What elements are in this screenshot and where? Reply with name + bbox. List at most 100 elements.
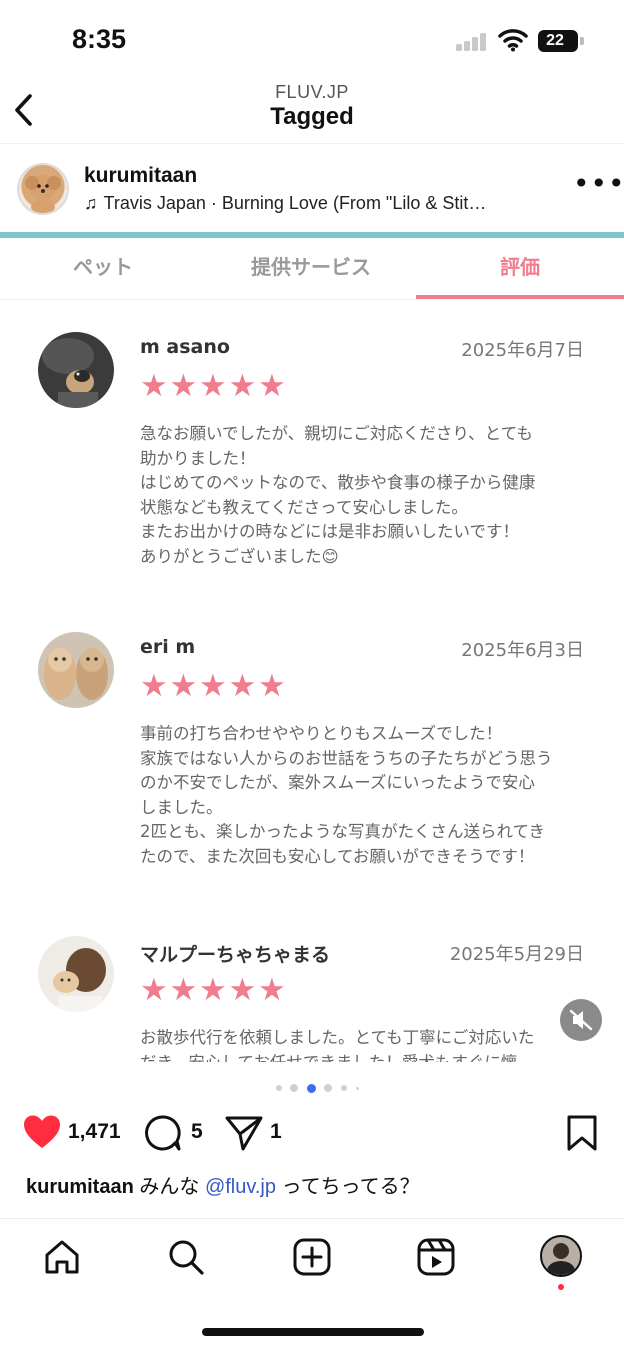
review-text: お散歩代行を依頼しました。とても丁寧にご対応いた だき、安心してお任せできました… [140,1026,590,1062]
create-post-icon[interactable] [292,1237,332,1277]
star-icon: ★ [140,368,168,404]
star-icon: ★ [199,668,227,704]
home-icon[interactable] [42,1237,82,1277]
review-text: 急なお願いでしたが、親切にご対応くださり、とても 助かりました！ はじめてのペッ… [140,422,590,570]
status-time: 8:35 [72,24,127,54]
notification-dot [558,1284,564,1290]
star-icon: ★ [199,972,227,1008]
reels-icon[interactable] [416,1237,456,1277]
bottom-nav [0,1218,624,1308]
post-music[interactable]: ♫ Travis Japan · Burning Love (From "Lilo… [84,193,486,214]
carousel-dot-active [307,1084,316,1093]
star-rating: ★★★★★ [140,972,288,1008]
review-text-line: 状態なども教えてくださって安心しました。 [140,497,468,517]
person-with-dog-photo-image [38,936,114,1012]
star-icon: ★ [258,668,286,704]
post-avatar[interactable] [17,163,69,215]
reviewer-name: m asano [140,336,230,358]
review-text-line: はじめてのペットなので、散歩や食事の様子から健康 [140,473,536,493]
carousel-dot [276,1085,282,1091]
review-text-line: 2匹とも、楽しかったような写真がたくさん送られてき [140,822,546,842]
star-rating: ★★★★★ [140,668,288,704]
comment-icon[interactable] [144,1114,182,1152]
music-note-icon: ♫ [84,193,98,213]
comment-count[interactable]: 5 [191,1120,203,1144]
reviewer-avatar [38,632,114,708]
carousel-dot [356,1087,359,1090]
caption-text-end: ってちってる？ [276,1176,420,1198]
post-header: kurumitaan ♫ Travis Japan · Burning Love … [0,154,624,228]
share-count[interactable]: 1 [270,1120,282,1144]
share-icon[interactable] [224,1114,264,1152]
like-count[interactable]: 1,471 [68,1120,121,1144]
star-icon: ★ [258,368,286,404]
battery-icon: 22 [538,30,578,52]
review-text-line: 家族ではない人からのお世話をうちの子たちがどう思う [140,748,553,768]
review-tabs: ペット 提供サービス 評価 [0,238,624,300]
music-track: Travis Japan · Burning Love (From "Lilo … [103,193,487,213]
post-username[interactable]: kurumitaan [84,164,197,188]
reviewer-name: マルプーちゃちゃまる [140,944,331,966]
speaker-muted-icon [569,1009,593,1031]
mute-button[interactable] [560,999,602,1041]
tab-services[interactable]: 提供サービス [206,238,416,300]
star-icon: ★ [140,668,168,704]
review-text-line: のか不安でしたが、案外スムーズにいったようで安心 [140,773,535,793]
star-icon: ★ [228,668,257,704]
nav-header: FLUV.JP Tagged [0,78,624,144]
reviews-list: m asano 2025年6月7日 ★★★★★ 急なお願いでしたが、親切にご対応… [0,302,624,1062]
wifi-icon [498,29,528,52]
caption-mention-link[interactable]: @fluv.jp [205,1176,276,1198]
cellular-signal-icon [456,33,488,51]
review-text-line: お散歩代行を依頼しました。とても丁寧にご対応いた [140,1028,535,1047]
bookmark-icon[interactable] [566,1114,598,1152]
active-tab-indicator [416,295,624,299]
review-text: 事前の打ち合わせややりとりもスムーズでした！ 家族ではない人からのお世話をうちの… [140,722,590,870]
status-bar: 8:35 22 [0,0,624,84]
star-icon: ★ [228,972,257,1008]
star-icon: ★ [169,972,198,1008]
carousel-dot [324,1084,332,1092]
review-date: 2025年6月3日 [461,640,584,661]
battery-level: 22 [546,32,564,49]
star-icon: ★ [140,972,168,1008]
tab-pet[interactable]: ペット [0,238,206,300]
star-icon: ★ [228,368,257,404]
search-icon[interactable] [166,1237,206,1277]
battery-cap [580,37,584,45]
review-text-line: たので、また次回も安心してお願いができそうです！ [140,846,535,866]
review-text-line: 事前の打ち合わせややりとりもスムーズでした！ [140,724,503,743]
post-caption: kurumitaan みんな @fluv.jp ってちってる？ [26,1170,420,1199]
star-icon: ★ [169,668,198,704]
reviewer-name: eri m [140,636,196,658]
review-text-line: しました。 [140,797,223,817]
caption-username[interactable]: kurumitaan [26,1176,134,1198]
profile-photo-image [547,1243,575,1275]
carousel-indicator [276,1082,366,1094]
review-date: 2025年5月29日 [449,944,584,965]
heart-filled-icon[interactable] [22,1114,62,1150]
star-icon: ★ [199,368,227,404]
home-indicator [202,1328,424,1336]
reviewer-avatar [38,936,114,1012]
tab-reviews[interactable]: 評価 [416,238,624,300]
review-text-line: だき、安心してお任せできました！愛犬もすぐに懐 [140,1051,590,1062]
profile-avatar[interactable] [540,1235,582,1277]
dog-photo-image [38,332,114,408]
review-text-line: ありがとうございました😊 [140,546,339,566]
review-text-line: 助かりました！ [140,448,256,468]
review-date: 2025年6月7日 [461,340,584,361]
page-title: Tagged [270,103,354,130]
star-rating: ★★★★★ [140,368,288,404]
header-subtitle: FLUV.JP [275,82,349,102]
more-options-icon[interactable]: ••• [573,170,624,200]
review-text-line: またお出かけの時などには是非お願いしたいです！ [140,522,520,542]
cats-photo-image [38,632,114,708]
star-icon: ★ [258,972,286,1008]
carousel-dot [290,1084,298,1092]
carousel-dot [341,1085,347,1091]
star-icon: ★ [169,368,198,404]
review-text-line: 急なお願いでしたが、親切にご対応くださり、とても [140,424,533,443]
reviewer-avatar [38,332,114,408]
caption-text: みんな [133,1176,205,1198]
